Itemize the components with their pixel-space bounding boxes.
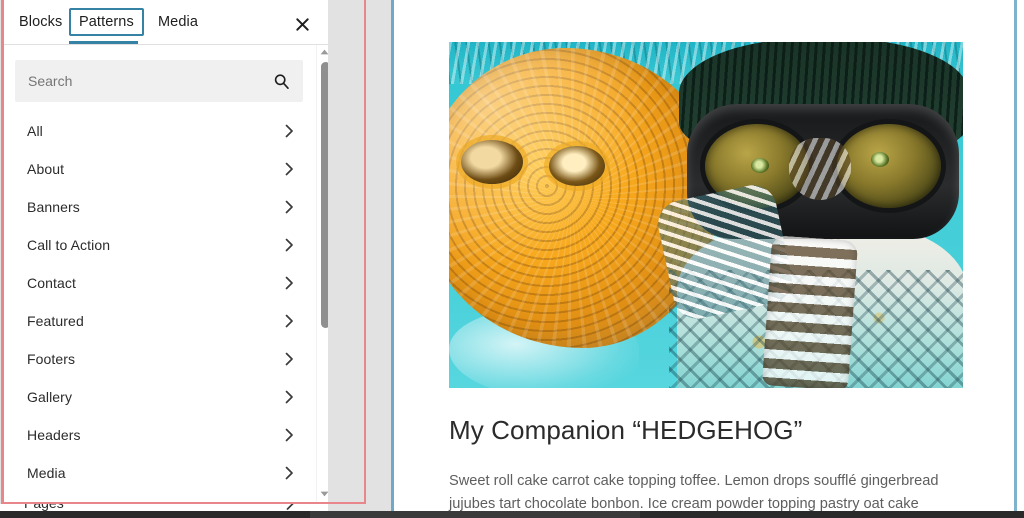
- scrollbar-thumb[interactable]: [321, 62, 328, 328]
- tab-blocks-label: Blocks: [19, 14, 63, 30]
- active-tab-indicator: [69, 41, 138, 44]
- chevron-right-icon: [284, 162, 295, 177]
- post-paragraph[interactable]: Sweet roll cake carrot cake topping toff…: [449, 470, 963, 513]
- category-label: Pages: [24, 504, 64, 511]
- pattern-category-list: All About Banners Call to Action Contact…: [3, 112, 313, 492]
- image-eye-right: [871, 152, 889, 167]
- image-pufferfish-eye-right: [549, 146, 605, 186]
- category-label: Banners: [27, 199, 80, 215]
- image-eye-left: [751, 158, 769, 173]
- block-inserter-panel: Blocks Patterns Media Search All About B…: [3, 0, 328, 503]
- pattern-category-headers[interactable]: Headers: [3, 416, 313, 454]
- close-icon: [295, 17, 310, 32]
- category-label: Media: [27, 465, 66, 481]
- chevron-right-icon: [284, 200, 295, 215]
- pattern-category-featured[interactable]: Featured: [3, 302, 313, 340]
- pattern-category-call-to-action[interactable]: Call to Action: [3, 226, 313, 264]
- search-icon: [273, 73, 302, 90]
- chevron-right-icon: [284, 314, 295, 329]
- pattern-category-gallery[interactable]: Gallery: [3, 378, 313, 416]
- chevron-right-icon: [284, 466, 295, 481]
- category-label: Featured: [27, 313, 84, 329]
- window-bottom-notch: [310, 511, 640, 518]
- image-snorkeler: [653, 42, 963, 388]
- image-nose-pocket: [789, 138, 851, 200]
- chevron-right-icon: [284, 124, 295, 139]
- pattern-category-footers[interactable]: Footers: [3, 340, 313, 378]
- scroll-up-arrow-icon[interactable]: [319, 48, 328, 56]
- tab-media-label: Media: [158, 14, 198, 30]
- image-pufferfish-eye-left: [461, 140, 523, 184]
- pattern-category-contact[interactable]: Contact: [3, 264, 313, 302]
- category-label: Contact: [27, 275, 76, 291]
- tab-blocks[interactable]: Blocks: [9, 8, 72, 36]
- close-inserter-button[interactable]: [290, 12, 314, 36]
- tab-media[interactable]: Media: [148, 8, 208, 36]
- category-label: Call to Action: [27, 237, 111, 253]
- post-featured-image[interactable]: [449, 42, 963, 388]
- category-label: About: [27, 161, 65, 177]
- chevron-right-icon: [284, 428, 295, 443]
- search-input[interactable]: [16, 73, 273, 89]
- tab-patterns[interactable]: Patterns: [69, 8, 144, 36]
- scroll-down-arrow-icon[interactable]: [319, 490, 328, 498]
- pattern-category-about[interactable]: About: [3, 150, 313, 188]
- post-title[interactable]: My Companion “HEDGEHOG”: [449, 414, 963, 447]
- chevron-right-icon: [284, 352, 295, 367]
- category-label: Gallery: [27, 389, 73, 405]
- post-content: My Companion “HEDGEHOG” Sweet roll cake …: [449, 42, 963, 512]
- screen-root: Blocks Patterns Media Search All About B…: [0, 0, 1024, 518]
- chevron-right-icon: [284, 390, 295, 405]
- window-bottom-strip: [0, 511, 1024, 518]
- editor-canvas: My Companion “HEDGEHOG” Sweet roll cake …: [394, 0, 1014, 512]
- pattern-category-all[interactable]: All: [3, 112, 313, 150]
- chevron-right-icon: [284, 238, 295, 253]
- image-mask-lens-right: [837, 124, 941, 208]
- category-label: Footers: [27, 351, 76, 367]
- window-right-edge: [1014, 0, 1017, 512]
- category-label: Headers: [27, 427, 81, 443]
- pattern-list-scrollbar[interactable]: [316, 45, 328, 503]
- pattern-category-banners[interactable]: Banners: [3, 188, 313, 226]
- chevron-right-icon: [284, 276, 295, 291]
- image-snorkel-mouthpiece: [761, 235, 859, 388]
- tab-patterns-label: Patterns: [79, 14, 134, 30]
- inserter-tablist: Blocks Patterns Media: [3, 0, 328, 45]
- search-field[interactable]: [15, 60, 303, 102]
- pattern-category-media[interactable]: Media: [3, 454, 313, 492]
- category-label: All: [27, 123, 43, 139]
